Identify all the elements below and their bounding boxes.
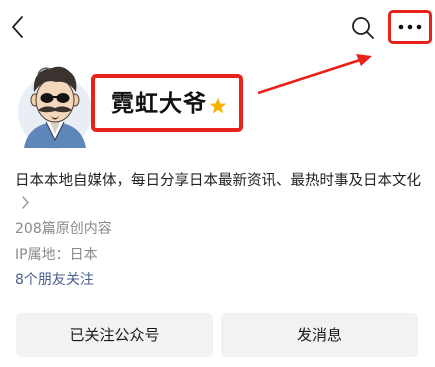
followed-account-button[interactable]: 已关注公众号 [16, 313, 213, 357]
chevron-right-icon [22, 196, 29, 209]
account-name-highlight: 霓虹大爷 [91, 74, 243, 132]
account-name: 霓虹大爷 [111, 91, 207, 117]
ip-location: IP属地：日本 [15, 247, 98, 263]
friends-following-link[interactable]: 8个朋友关注 [15, 270, 94, 290]
star-icon [209, 97, 227, 114]
article-count: 208篇原创内容 [15, 221, 112, 237]
more-button[interactable] [388, 10, 432, 44]
chevron-left-icon [12, 16, 23, 38]
search-button[interactable] [350, 14, 376, 42]
back-button[interactable] [6, 12, 30, 42]
bio-row[interactable]: 日本本地自媒体，每日分享日本最新资讯、最热时事及日本文化 [15, 170, 423, 214]
search-icon [352, 17, 374, 39]
bio-text: 日本本地自媒体，每日分享日本最新资讯、最热时事及日本文化 [15, 173, 421, 189]
more-dots-icon [398, 24, 422, 30]
send-message-button[interactable]: 发消息 [221, 313, 418, 357]
avatar[interactable] [16, 60, 94, 150]
